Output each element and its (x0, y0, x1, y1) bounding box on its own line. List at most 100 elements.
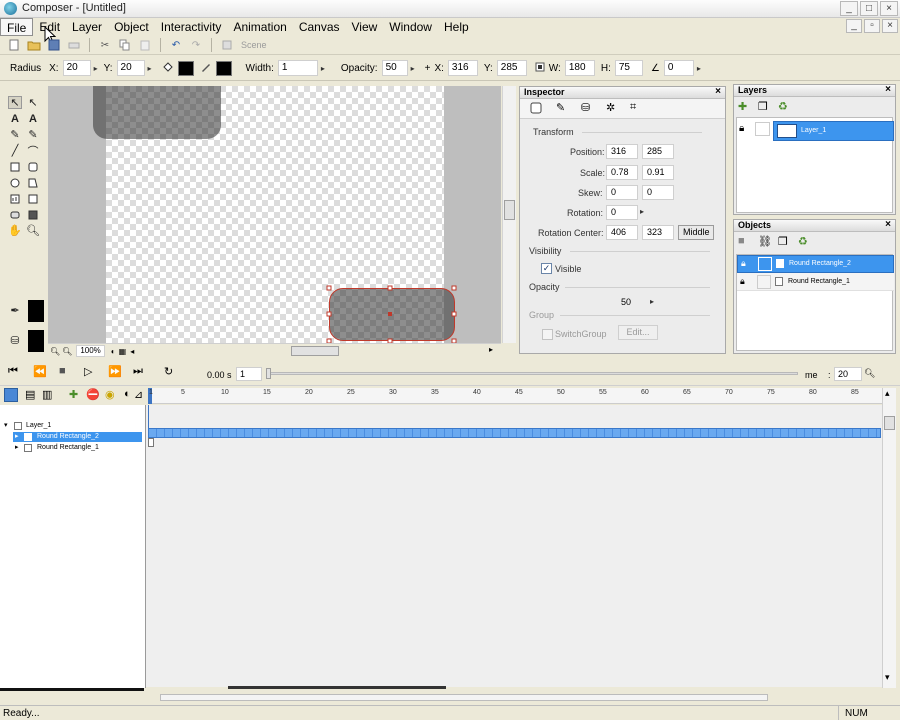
group-objects-icon[interactable]: ■ (738, 235, 745, 247)
next-frame-icon[interactable]: ⏩ (108, 365, 122, 378)
tab-transform-icon[interactable]: ⌗ (630, 101, 636, 114)
menu-file[interactable]: File (0, 18, 34, 36)
chart-tool-icon[interactable] (8, 192, 22, 205)
tree-item-round-rectangle-2[interactable]: ▸ Round Rectangle_2 (13, 432, 142, 442)
stroke-color-pen-icon[interactable]: ✒ (8, 304, 22, 317)
image-tool-icon[interactable] (26, 192, 40, 205)
current-frame-input[interactable]: 1 (236, 367, 262, 381)
w-input[interactable]: 180 (564, 60, 595, 76)
skew-x-input[interactable]: 0 (606, 185, 638, 200)
delete-object-icon[interactable]: ♻ (798, 235, 808, 248)
hand-tool-icon[interactable]: ✋ (8, 224, 22, 237)
ellipse-tool-icon[interactable] (8, 176, 22, 189)
horizontal-scroll-thumb[interactable] (291, 346, 339, 356)
layer-visibility-toggle[interactable] (755, 122, 770, 136)
print-icon[interactable] (66, 37, 82, 53)
stroke-color-box[interactable] (28, 300, 44, 322)
select-tool-icon[interactable]: ↖ (8, 96, 22, 109)
inspector-close-icon[interactable]: × (715, 86, 721, 97)
opacity-arrow-icon[interactable]: ▸ (411, 64, 415, 73)
round-rectangle-1[interactable] (93, 86, 221, 139)
text-tool-icon[interactable]: A (8, 112, 22, 125)
timeline-object-icon[interactable]: ▥ (42, 388, 52, 401)
delete-layer-icon[interactable]: ♻ (778, 100, 788, 113)
rotation-center-y-input[interactable]: 323 (642, 225, 674, 240)
skew-y-input[interactable]: 0 (642, 185, 674, 200)
zoom-out-icon[interactable]: 🔍︎ (50, 347, 60, 356)
fill-color-box[interactable] (28, 330, 44, 352)
scroll-down-arrow-icon[interactable]: ▾ (885, 672, 890, 683)
tab-stroke-icon[interactable]: ✎ (556, 101, 565, 114)
x-input[interactable]: 316 (447, 60, 478, 76)
tab-fill-icon[interactable]: ⛁ (581, 101, 590, 114)
play-icon[interactable]: ▷ (84, 365, 92, 378)
text-path-tool-icon[interactable]: A (26, 112, 40, 125)
new-file-icon[interactable] (6, 37, 22, 53)
rotation-input[interactable]: 0 (606, 205, 638, 220)
scene-icon[interactable] (219, 37, 235, 53)
menu-canvas[interactable]: Canvas (293, 18, 346, 36)
new-layer-icon[interactable]: ✚ (738, 100, 747, 113)
canvas-area[interactable] (48, 86, 501, 343)
stroke-pen-icon[interactable] (200, 61, 212, 76)
line-tool-icon[interactable]: ╱ (8, 144, 22, 157)
fill-color-bucket-icon[interactable]: ⛁ (8, 334, 22, 347)
zoom-level-field[interactable]: 100% (76, 345, 105, 357)
radius-x-arrow-icon[interactable]: ▸ (94, 64, 98, 73)
fill-color-swatch[interactable] (177, 60, 194, 76)
layer-item-layer-1[interactable]: Layer_1 (773, 121, 894, 141)
add-keyframe-icon[interactable]: ✚ (69, 388, 78, 401)
tree-item-round-rectangle-1[interactable]: Round Rectangle_1 (37, 443, 99, 453)
opacity-input[interactable]: 50 (381, 60, 408, 76)
stroke-color-swatch[interactable] (215, 60, 232, 76)
cut-icon[interactable]: ✂ (97, 37, 113, 53)
close-button[interactable]: × (880, 1, 898, 16)
tree-scroll-track[interactable] (0, 688, 144, 691)
polygon-tool-icon[interactable] (26, 176, 40, 189)
first-frame-icon[interactable]: ⏮ (8, 365, 18, 378)
menu-view[interactable]: View (346, 18, 384, 36)
scroll-left-arrow-icon[interactable]: ◂ (130, 347, 134, 356)
rotation-arrow-icon[interactable]: ▸ (640, 207, 644, 216)
canvas-vertical-scrollbar[interactable] (502, 86, 516, 343)
menu-help[interactable]: Help (438, 18, 475, 36)
scroll-up-arrow-icon[interactable]: ▴ (885, 388, 890, 399)
opacity-value-input[interactable]: 50 (616, 295, 648, 310)
doc-close-button[interactable]: × (882, 19, 898, 33)
onion-skin-icon[interactable]: ◐ (124, 388, 131, 400)
symbol-tool-icon[interactable] (26, 208, 40, 221)
last-frame-icon[interactable]: ⏭ (133, 365, 143, 378)
width-arrow-icon[interactable]: ▸ (321, 64, 325, 73)
remove-keyframe-icon[interactable]: ⛔ (86, 388, 100, 401)
timeline-vertical-scrollbar[interactable]: ▴ ▾ (882, 388, 896, 688)
position-x-input[interactable]: 316 (606, 144, 638, 159)
stop-icon[interactable]: ■ (59, 365, 66, 377)
timeline-horizontal-scrollbar[interactable] (160, 694, 768, 701)
frame-rate-input[interactable]: 20 (834, 367, 862, 381)
fill-bucket-icon[interactable] (162, 61, 174, 76)
link-objects-icon[interactable]: ⛓ (758, 235, 772, 248)
scroll-right-arrow-icon[interactable]: ▸ (489, 345, 493, 354)
rotation-input[interactable]: 0 (663, 60, 694, 76)
minimize-button[interactable]: _ (840, 1, 858, 16)
zoom-tool-icon[interactable]: 🔍︎ (26, 224, 40, 237)
timeline-layer-icon[interactable]: ▤ (25, 388, 35, 401)
tree-item-layer-1[interactable]: Layer_1 (26, 421, 51, 431)
rotation-arrow-icon[interactable]: ▸ (697, 64, 701, 73)
tree-expand-icon[interactable]: ▾ (4, 421, 8, 431)
motion-path-icon[interactable]: ◉ (105, 388, 115, 401)
pen-tool-icon[interactable]: ✎ (8, 128, 22, 141)
object-visibility-toggle[interactable] (758, 257, 772, 271)
visible-checkbox[interactable]: ✓ (541, 263, 552, 274)
radius-y-input[interactable]: 20 (116, 60, 145, 76)
stroke-width-input[interactable]: 1 (277, 60, 318, 76)
menu-window[interactable]: Window (383, 18, 438, 36)
radius-y-arrow-icon[interactable]: ▸ (148, 64, 152, 73)
object-lock-icon[interactable]: 🔒︎ (741, 258, 746, 269)
playback-slider-thumb[interactable] (266, 368, 271, 379)
polyline-tool-icon[interactable]: ⌒ (26, 144, 40, 158)
tree-expand-icon[interactable]: ▸ (15, 432, 19, 442)
radius-x-input[interactable]: 20 (62, 60, 91, 76)
timeline-horizontal-scroll-thumb[interactable] (228, 686, 446, 689)
timeline-view-icon[interactable] (4, 388, 18, 402)
